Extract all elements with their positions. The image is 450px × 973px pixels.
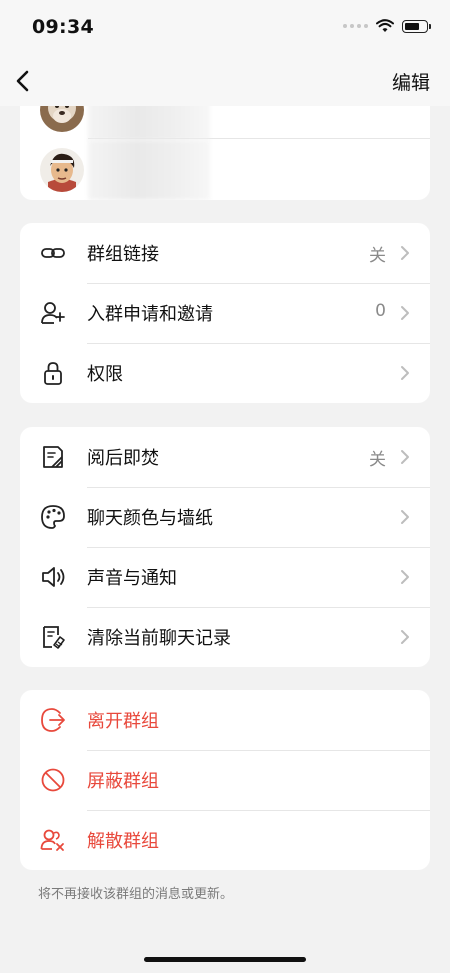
sound-notification-row[interactable]: 声音与通知 <box>20 547 430 607</box>
edit-button[interactable]: 编辑 <box>392 68 430 95</box>
burn-after-reading-label: 阅后即焚 <box>87 448 159 469</box>
sound-notification-label: 声音与通知 <box>87 568 177 589</box>
chevron-right-icon <box>401 246 409 260</box>
group-link-row[interactable]: 群组链接 关 <box>20 223 430 283</box>
status-bar: 09:34 <box>0 0 450 56</box>
chevron-right-icon <box>401 630 409 644</box>
home-indicator <box>144 957 306 962</box>
block-icon <box>41 768 65 792</box>
leave-group-label: 离开群组 <box>87 711 159 732</box>
disband-icon <box>40 829 64 851</box>
status-time: 09:34 <box>32 16 94 38</box>
burn-after-reading-icon <box>43 446 63 468</box>
link-icon <box>41 248 65 258</box>
footnote-text: 将不再接收该群组的消息或更新。 <box>38 887 234 902</box>
nav-bar: 编辑 <box>0 56 450 106</box>
lock-icon <box>44 362 62 385</box>
avatar <box>40 148 84 192</box>
join-requests-row[interactable]: 入群申请和邀请 0 <box>20 283 430 343</box>
leave-group-row[interactable]: 离开群组 <box>20 690 430 750</box>
disband-group-row[interactable]: 解散群组 <box>20 810 430 870</box>
join-requests-count: 0 <box>375 301 386 321</box>
wifi-icon <box>376 19 394 32</box>
chevron-right-icon <box>401 570 409 584</box>
battery-icon <box>402 19 431 33</box>
join-requests-label: 入群申请和邀请 <box>87 304 213 325</box>
danger-actions-card: 离开群组 屏蔽群组 解散群组 <box>20 690 430 870</box>
group-link-value: 关 <box>369 246 386 266</box>
chat-settings-card: 阅后即焚 关 聊天颜色与墙纸 声音与通知 清除当前聊天记录 <box>20 427 430 667</box>
back-arrow-icon[interactable] <box>8 65 40 97</box>
clear-history-label: 清除当前聊天记录 <box>87 628 231 649</box>
divider <box>88 138 430 139</box>
chevron-right-icon <box>401 450 409 464</box>
add-user-icon <box>41 302 65 324</box>
cellular-signal-icon <box>343 24 368 28</box>
disband-group-label: 解散群组 <box>87 831 159 852</box>
member-name-blurred <box>88 140 210 200</box>
palette-icon <box>41 505 65 529</box>
block-group-label: 屏蔽群组 <box>87 771 159 792</box>
burn-after-reading-row[interactable]: 阅后即焚 关 <box>20 427 430 487</box>
clear-history-icon <box>43 626 65 649</box>
group-link-label: 群组链接 <box>87 244 159 265</box>
chevron-right-icon <box>401 510 409 524</box>
chat-color-wallpaper-label: 聊天颜色与墙纸 <box>87 508 213 529</box>
speaker-icon <box>42 567 65 587</box>
burn-after-reading-value: 关 <box>369 450 386 470</box>
permissions-label: 权限 <box>87 364 123 385</box>
permissions-card: 群组链接 关 入群申请和邀请 0 权限 <box>20 223 430 403</box>
chevron-right-icon <box>401 306 409 320</box>
chat-color-wallpaper-row[interactable]: 聊天颜色与墙纸 <box>20 487 430 547</box>
block-group-row[interactable]: 屏蔽群组 <box>20 750 430 810</box>
chevron-right-icon <box>401 366 409 380</box>
leave-icon <box>41 708 65 732</box>
members-card <box>20 90 430 200</box>
member-row[interactable] <box>20 140 430 200</box>
clear-history-row[interactable]: 清除当前聊天记录 <box>20 607 430 667</box>
permissions-row[interactable]: 权限 <box>20 343 430 403</box>
